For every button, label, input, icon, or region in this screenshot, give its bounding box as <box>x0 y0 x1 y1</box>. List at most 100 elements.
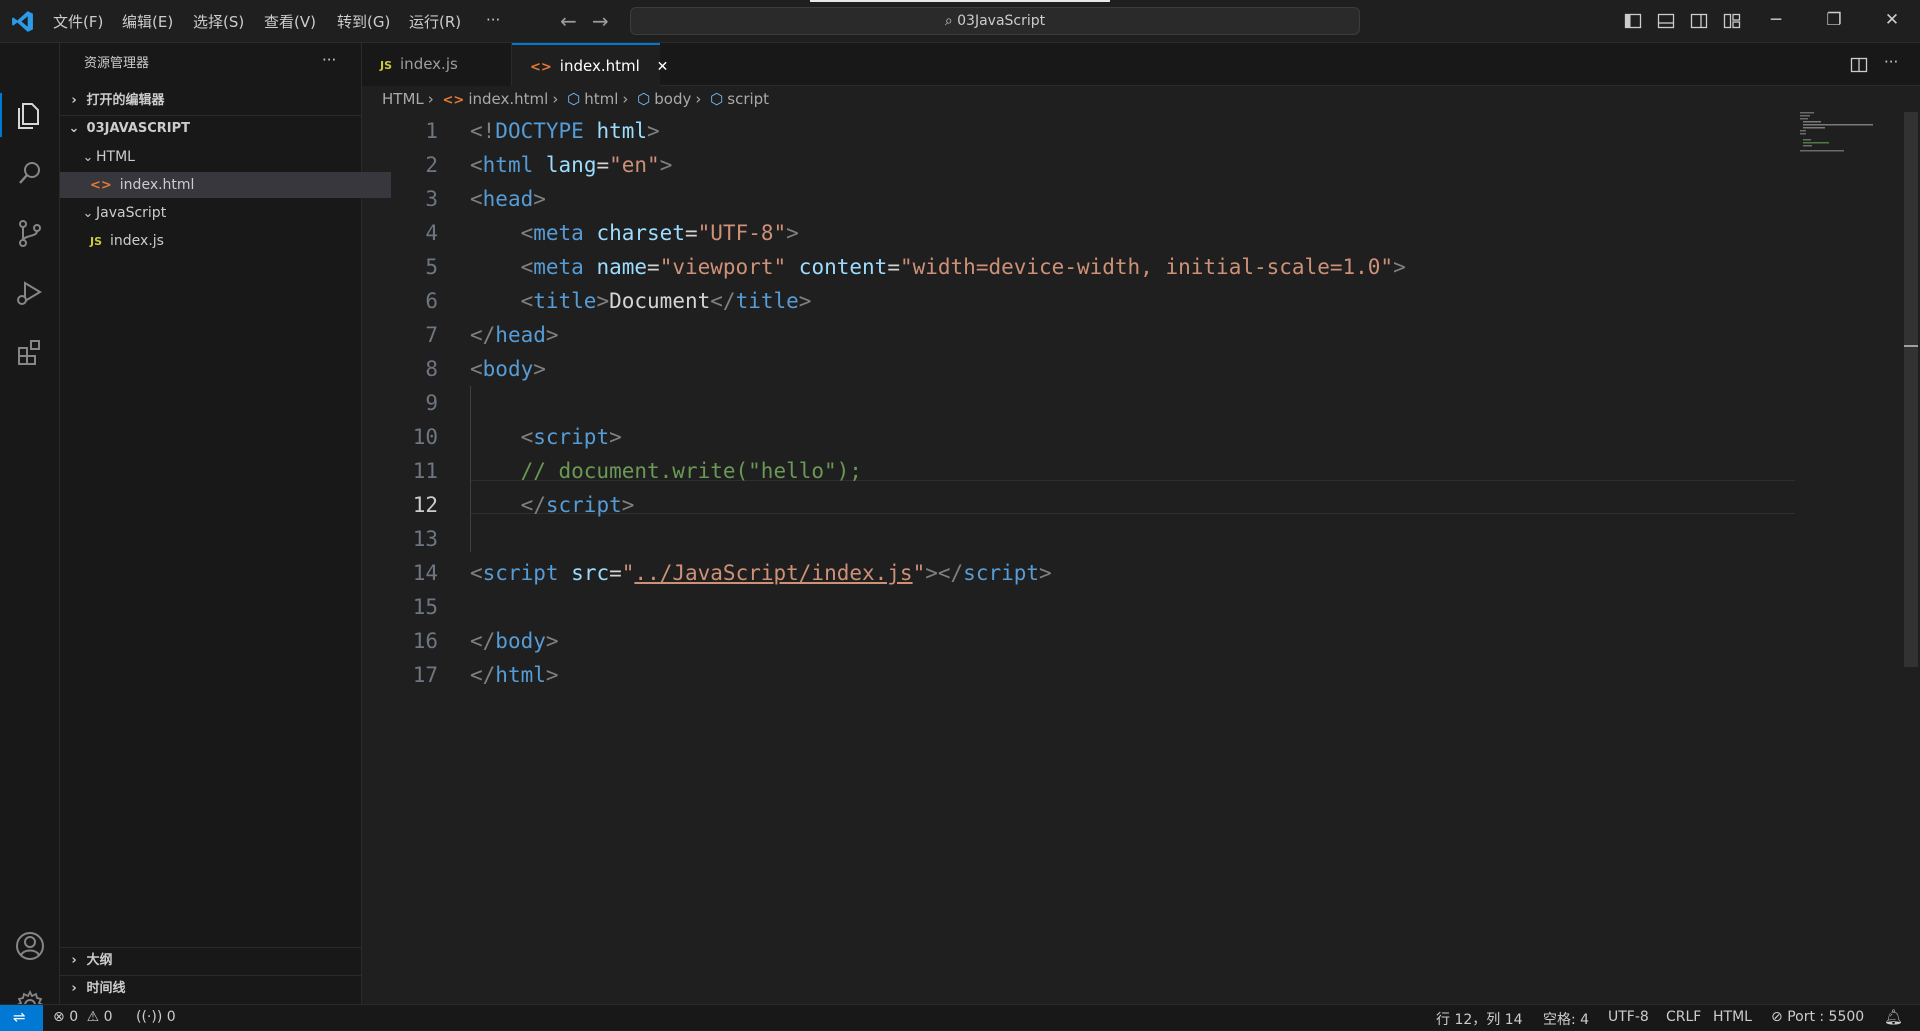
minimap[interactable] <box>1800 112 1890 152</box>
line-source: </head> <box>470 318 559 352</box>
breadcrumb-html[interactable]: html <box>584 90 618 108</box>
code-token: " <box>621 561 635 585</box>
split-editor-icon[interactable] <box>1850 56 1868 74</box>
line-source: <meta name="viewport" content="width=dev… <box>470 250 1406 284</box>
line-number: 7 <box>425 323 438 347</box>
timeline-section[interactable]: › 时间线 <box>60 976 367 1002</box>
code-token: script <box>482 561 559 585</box>
line-source: <title>Document</title> <box>470 284 812 318</box>
close-window-icon[interactable]: ✕ <box>1878 10 1906 30</box>
live-server-port[interactable]: ⊘ Port : 5500 <box>1771 1009 1864 1025</box>
end-of-line[interactable]: CRLF <box>1666 1009 1701 1025</box>
minimize-icon[interactable]: ─ <box>1762 10 1790 30</box>
toggle-primary-sidebar-icon[interactable] <box>1624 12 1642 30</box>
encoding[interactable]: UTF-8 <box>1608 1009 1649 1025</box>
breadcrumb-language[interactable]: HTML <box>382 90 424 108</box>
indentation[interactable]: 空格: 4 <box>1543 1009 1589 1029</box>
code-token: " <box>912 561 926 585</box>
code-token: </ <box>470 323 496 347</box>
back-arrow-icon[interactable]: ← <box>560 9 577 33</box>
breadcrumb-file[interactable]: index.html <box>468 90 548 108</box>
no-entry-icon: ⊘ <box>1771 1009 1783 1025</box>
forward-arrow-icon[interactable]: → <box>592 9 609 33</box>
line-number: 10 <box>412 425 438 449</box>
extensions-icon[interactable] <box>13 335 47 369</box>
tab-index-js[interactable]: JS index.js <box>362 43 512 86</box>
close-tab-icon[interactable]: ✕ <box>657 59 669 75</box>
folder-html[interactable]: ⌄ HTML <box>60 144 381 170</box>
menu-item[interactable]: 转到(G) <box>337 11 390 32</box>
code-token: script <box>545 493 622 517</box>
menu-item[interactable]: 选择(S) <box>193 11 244 32</box>
breadcrumb-body[interactable]: body <box>654 90 691 108</box>
menu-item[interactable]: 文件(F) <box>53 11 103 32</box>
folder-javascript[interactable]: ⌄ JavaScript <box>60 200 381 226</box>
file-index-html[interactable]: <> index.html <box>60 172 391 198</box>
ports-indicator[interactable]: ((·)) 0 <box>136 1009 176 1025</box>
restore-icon[interactable]: ❐ <box>1820 10 1848 30</box>
menu-item[interactable]: 运行(R) <box>409 11 461 32</box>
vertical-scrollbar[interactable] <box>1904 112 1918 667</box>
more-menu-icon[interactable]: ··· <box>486 11 500 29</box>
more-actions-icon[interactable]: ··· <box>1884 53 1898 71</box>
line-number: 8 <box>425 357 438 381</box>
code-token: </ <box>470 629 496 653</box>
code-token: > <box>1039 561 1052 585</box>
breadcrumb-script[interactable]: script <box>727 90 769 108</box>
code-token: <! <box>470 119 496 143</box>
workspace-root-folder[interactable]: ⌄ 03JAVASCRIPT <box>60 116 367 142</box>
toggle-secondary-sidebar-icon[interactable] <box>1690 12 1708 30</box>
code-token: </ <box>470 663 496 687</box>
code-token: < <box>470 153 483 177</box>
code-token: "width=device-width, initial-scale=1.0" <box>899 255 1394 279</box>
code-token: body <box>495 629 546 653</box>
account-icon[interactable] <box>13 929 47 963</box>
line-source: <html lang="en"> <box>470 148 672 182</box>
source-control-icon[interactable] <box>13 216 47 250</box>
code-token: > <box>798 289 812 313</box>
file-index-js[interactable]: JS index.js <box>60 228 391 254</box>
chevron-down-icon: ⌄ <box>82 150 94 165</box>
html-file-icon: <> <box>530 60 552 75</box>
code-token: > <box>596 289 610 313</box>
code-editor[interactable]: 1 <!DOCTYPE html> 2 <html lang="en"> 3 <head>… <box>362 114 1902 1004</box>
element-icon: ⬡ <box>567 90 581 108</box>
tab-index-html[interactable]: <> index.html ✕ <box>512 43 668 87</box>
remote-indicator[interactable]: ⇌ <box>0 1005 43 1031</box>
run-debug-icon[interactable] <box>13 275 47 309</box>
line-number: 1 <box>425 119 438 143</box>
customize-layout-icon[interactable] <box>1723 12 1741 30</box>
code-token: name <box>596 255 648 279</box>
command-center-search[interactable]: ⌕ 03JavaScript <box>630 7 1360 35</box>
menu-item[interactable]: 查看(V) <box>264 11 316 32</box>
code-token: Document <box>609 289 711 313</box>
problems-indicator[interactable]: ⊗ 0 ⚠ 0 <box>53 1009 113 1025</box>
menu-item[interactable]: 编辑(E) <box>122 11 173 32</box>
more-actions-icon[interactable]: ··· <box>322 51 336 69</box>
cursor-position[interactable]: 行 12，列 14 <box>1436 1009 1523 1029</box>
outline-section[interactable]: › 大纲 <box>60 948 367 974</box>
vscode-logo-icon <box>12 11 33 32</box>
open-editors-section[interactable]: › 打开的编辑器 <box>60 88 367 114</box>
search-activity-icon[interactable] <box>13 156 47 190</box>
language-mode[interactable]: HTML <box>1713 1009 1752 1025</box>
code-token: meta <box>533 255 584 279</box>
code-token: > <box>659 153 673 177</box>
code-token: > <box>786 221 799 245</box>
line-source: <meta charset="UTF-8"> <box>470 216 799 250</box>
line-source: <script src="../JavaScript/index.js"></s… <box>470 556 1052 590</box>
chevron-right-icon: › <box>552 90 559 108</box>
notifications-bell-icon[interactable]: 🔔︎ <box>1884 1008 1903 1026</box>
workspace-name: 03JavaScript <box>957 13 1046 29</box>
explorer-sidebar: 资源管理器 ··· › 打开的编辑器 ⌄ 03JAVASCRIPT › 大纲 ›… <box>60 43 391 1004</box>
toggle-panel-icon[interactable] <box>1657 12 1675 30</box>
code-token: </ <box>520 493 546 517</box>
code-token: < <box>470 357 483 381</box>
link-path[interactable]: ../JavaScript/index.js <box>634 561 912 585</box>
code-token: lang <box>545 153 597 177</box>
code-token: </ <box>710 289 736 313</box>
explorer-icon[interactable] <box>13 98 47 132</box>
